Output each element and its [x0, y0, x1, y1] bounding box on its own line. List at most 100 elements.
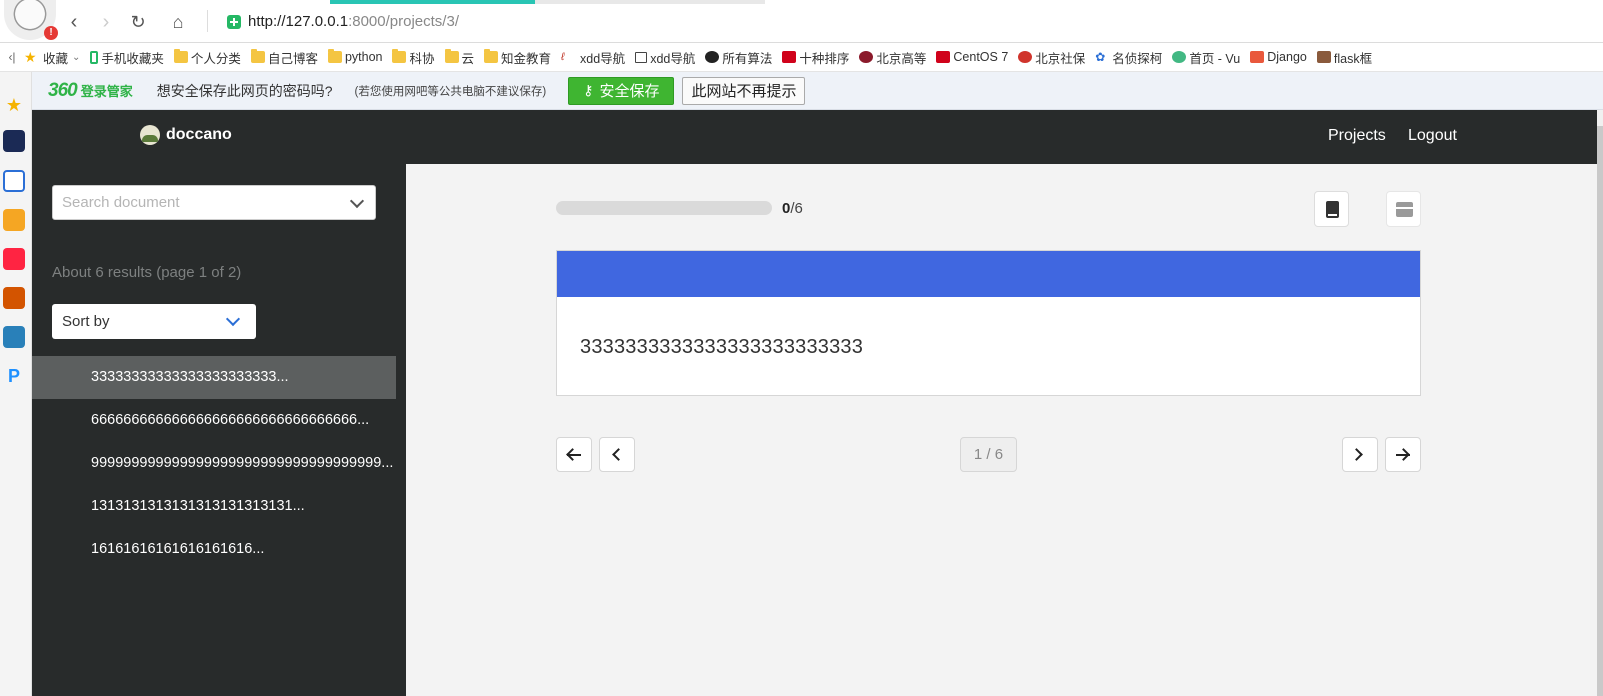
csdn-icon	[782, 51, 797, 63]
star-icon: ★	[24, 49, 37, 65]
search-document-field[interactable]	[52, 185, 376, 220]
home-icon[interactable]: ⌂	[168, 12, 188, 32]
document-list-item[interactable]: 1313131313131313131313131...	[32, 485, 396, 528]
folder-icon	[484, 49, 499, 63]
document-list-item-active[interactable]: 33333333333333333333333...	[32, 356, 396, 399]
forward-icon[interactable]: ›	[96, 12, 116, 32]
reload-icon[interactable]: ↻	[128, 12, 148, 32]
jianshu-icon	[1250, 51, 1265, 63]
page-indicator: 1 / 6	[960, 437, 1017, 472]
arrow-right-head	[1397, 448, 1410, 461]
app-navbar: doccano Projects Logout	[32, 110, 1597, 164]
app-shortcut-icon[interactable]	[3, 130, 25, 152]
vue-icon	[1172, 51, 1187, 63]
phone-icon	[90, 50, 99, 64]
bookmark-link[interactable]: xdd导航	[635, 48, 695, 67]
bookmark-link[interactable]: flask框	[1316, 48, 1372, 67]
annotation-progress-text: 0/6	[782, 200, 803, 217]
label-header	[557, 251, 1420, 297]
folder-icon	[250, 49, 265, 63]
bookmark-link[interactable]: 首页 - Vu	[1172, 48, 1240, 67]
page-scrollbar[interactable]	[1597, 110, 1603, 696]
doccano-logo-icon	[140, 125, 160, 145]
brand-label: 登录管家	[80, 84, 133, 99]
chevron-down-icon: ⌄	[72, 51, 81, 63]
document-list-item[interactable]: 999999999999999999999999999999999999...	[32, 442, 396, 485]
bookmark-favorites[interactable]: ★ 收藏 ⌄	[24, 48, 80, 67]
document-list-item[interactable]: 666666666666666666666666666666666...	[32, 399, 396, 442]
annotation-main: 0/6 3333333333333333333333333 1 / 6	[406, 164, 1597, 696]
bookmarks-bar: ‹| ★ 收藏 ⌄ 手机收藏夹 个人分类 自己博客 python 科协 云 知金教育…	[0, 43, 1603, 72]
folder-icon	[392, 49, 407, 63]
nav-logout-link[interactable]: Logout	[1408, 127, 1457, 145]
bookmark-mobile[interactable]: 手机收藏夹	[90, 48, 164, 67]
link-icon: ℓ	[561, 51, 565, 63]
never-ask-button[interactable]: 此网站不再提示	[682, 76, 806, 105]
document-list-item[interactable]: 16161616161616161616...	[32, 528, 396, 571]
scrollbar-thumb[interactable]	[1597, 126, 1603, 696]
csdn-icon	[936, 51, 951, 63]
bookmark-link[interactable]: CentOS 7	[936, 50, 1008, 64]
box-icon	[1396, 202, 1413, 217]
address-bar[interactable]: http://127.0.0.1:8000/projects/3/	[248, 13, 459, 30]
tab-loading-strip	[330, 0, 535, 4]
browser-side-panel: ★ P	[0, 72, 32, 696]
save-password-button[interactable]: ⚷ 安全保存	[568, 76, 675, 105]
metadata-button[interactable]	[1386, 191, 1421, 227]
star-icon[interactable]: ★	[3, 94, 25, 116]
game-icon[interactable]	[3, 326, 25, 348]
first-page-button[interactable]	[556, 437, 592, 472]
browser-toolbar: ! ‹ › ↻ ⌂ http://127.0.0.1:8000/projects…	[0, 0, 1603, 43]
bookmarks-collapse-icon[interactable]: ‹|	[0, 50, 24, 64]
document-text: 3333333333333333333333333	[580, 336, 864, 358]
avatar-alert-badge: !	[44, 26, 58, 40]
bookmark-folder[interactable]: 知金教育	[484, 48, 551, 67]
sort-by-select[interactable]: Sort by	[52, 304, 256, 339]
banner-note: (若您使用网吧等公共电脑不建议保存)	[354, 85, 547, 98]
bookmark-folder[interactable]: python	[327, 49, 382, 64]
search-input[interactable]	[53, 186, 343, 219]
brand-360-logo: 360	[48, 79, 78, 101]
nav-projects-link[interactable]: Projects	[1328, 127, 1386, 145]
app-logo[interactable]: doccano	[140, 125, 232, 145]
novel-icon[interactable]	[3, 209, 25, 231]
p-icon[interactable]: P	[3, 365, 25, 387]
bookmark-link[interactable]: 北京高等	[859, 48, 926, 67]
back-icon[interactable]: ‹	[64, 12, 84, 32]
paw-icon: ✿	[1095, 50, 1106, 64]
annotation-progress-bar	[556, 201, 772, 215]
xiaohongshu-icon[interactable]	[3, 248, 25, 270]
game-icon[interactable]	[3, 287, 25, 309]
bookmark-link[interactable]: 所有算法	[705, 48, 772, 67]
bookmark-link[interactable]: 北京社保	[1018, 48, 1085, 67]
site-icon	[1316, 51, 1331, 63]
bookmark-link[interactable]: 十种排序	[782, 48, 849, 67]
key-icon: ⚷	[583, 82, 594, 98]
doccano-app: doccano Projects Logout About 6 results …	[32, 110, 1597, 696]
chevron-down-icon[interactable]	[349, 193, 365, 209]
folder-icon	[444, 49, 459, 63]
guideline-button[interactable]	[1314, 191, 1349, 227]
password-save-banner: 360 登录管家 想安全保存此网页的密码吗? (若您使用网吧等公共电脑不建议保存…	[32, 72, 1603, 110]
bookmark-folder[interactable]: 个人分类	[173, 48, 241, 67]
tab-strip	[535, 0, 765, 4]
next-page-button[interactable]	[1342, 437, 1378, 472]
last-page-button[interactable]	[1385, 437, 1421, 472]
bookmark-link[interactable]: Django	[1250, 50, 1307, 64]
arrow-left-head	[566, 448, 579, 461]
bookmark-folder[interactable]: 科协	[392, 48, 435, 67]
bookmark-link[interactable]: ✿ 名侦探柯	[1095, 48, 1162, 67]
banner-question: 想安全保存此网页的密码吗?	[156, 82, 333, 99]
security-shield-icon[interactable]	[227, 15, 241, 29]
prev-page-button[interactable]	[599, 437, 635, 472]
folder-icon	[327, 49, 342, 63]
toolbar-divider	[207, 10, 208, 32]
results-count: About 6 results (page 1 of 2)	[52, 264, 242, 281]
chevron-down-icon	[225, 311, 241, 327]
bookmark-folder[interactable]: 自己博客	[250, 48, 318, 67]
bookmark-folder[interactable]: 云	[444, 48, 474, 67]
bookmark-link[interactable]: ℓ xdd导航	[561, 48, 625, 67]
document-icon[interactable]	[3, 170, 25, 192]
book-icon	[1326, 201, 1339, 218]
document-card: 3333333333333333333333333	[556, 250, 1421, 396]
